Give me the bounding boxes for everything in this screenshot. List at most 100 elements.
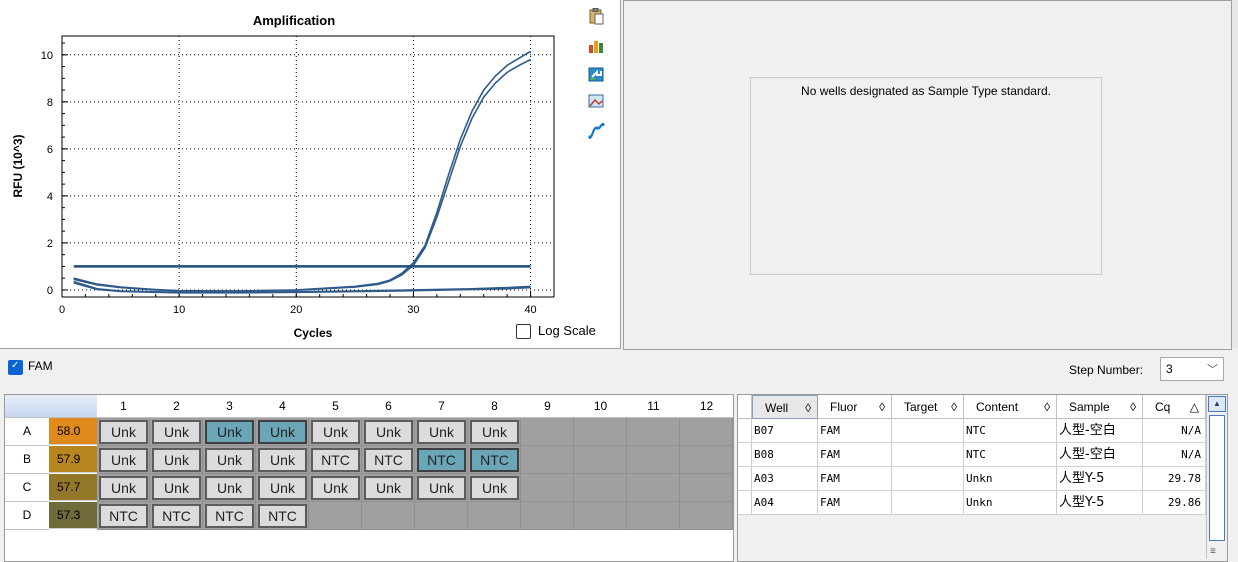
- clipboard-icon[interactable]: [587, 7, 605, 25]
- sort-icon[interactable]: ◊: [951, 395, 957, 419]
- plate-column-header[interactable]: 10: [574, 395, 628, 418]
- cell-sample[interactable]: 人型-空白: [1057, 419, 1143, 443]
- plate-well[interactable]: Unk: [470, 476, 519, 500]
- plate-row-header[interactable]: B: [5, 446, 49, 474]
- row-selector[interactable]: [738, 491, 752, 515]
- cell-fluor[interactable]: FAM: [818, 443, 892, 467]
- plate-cell[interactable]: [362, 502, 415, 530]
- plate-well[interactable]: Unk: [152, 448, 201, 472]
- sort-icon[interactable]: ◊: [879, 395, 885, 419]
- plate-column-header[interactable]: 5: [309, 395, 363, 418]
- plate-well[interactable]: Unk: [258, 476, 307, 500]
- plate-cell[interactable]: [521, 446, 574, 474]
- plate-cell[interactable]: [627, 502, 680, 530]
- plate-well[interactable]: Unk: [99, 448, 148, 472]
- row-selector[interactable]: [738, 443, 752, 467]
- results-scrollbar[interactable]: ▲ ≡: [1206, 395, 1226, 559]
- sort-icon[interactable]: ◊: [1130, 395, 1136, 419]
- chart-settings-icon[interactable]: [587, 37, 605, 55]
- plate-cell[interactable]: [574, 474, 627, 502]
- sort-icon[interactable]: ◊: [805, 396, 811, 420]
- column-header-well[interactable]: Well ◊: [752, 395, 818, 419]
- cell-sample[interactable]: 人型Y-5: [1057, 491, 1143, 515]
- plate-cell[interactable]: [680, 446, 733, 474]
- plate-well[interactable]: Unk: [258, 448, 307, 472]
- plate-well[interactable]: Unk: [364, 420, 413, 444]
- cell-fluor[interactable]: FAM: [818, 419, 892, 443]
- plate-cell[interactable]: [574, 502, 627, 530]
- cell-cq[interactable]: 29.86: [1143, 491, 1206, 515]
- curve-icon[interactable]: [587, 122, 605, 140]
- log-scale-checkbox[interactable]: [516, 324, 531, 339]
- cell-well[interactable]: B07: [752, 419, 818, 443]
- cell-content[interactable]: Unkn: [964, 491, 1057, 515]
- plate-well[interactable]: NTC: [99, 504, 148, 528]
- cell-cq[interactable]: 29.78: [1143, 467, 1206, 491]
- plate-corner[interactable]: [5, 395, 98, 418]
- cell-well[interactable]: A04: [752, 491, 818, 515]
- plate-well[interactable]: Unk: [205, 420, 254, 444]
- plate-column-header[interactable]: 4: [256, 395, 310, 418]
- plate-cell[interactable]: [415, 502, 468, 530]
- plate-row-header[interactable]: D: [5, 502, 49, 530]
- plate-well[interactable]: Unk: [99, 420, 148, 444]
- step-number-select[interactable]: 3 ﹀: [1160, 357, 1224, 381]
- plate-column-header[interactable]: 2: [150, 395, 204, 418]
- cell-fluor[interactable]: FAM: [818, 491, 892, 515]
- plate-cell[interactable]: [627, 474, 680, 502]
- plate-well[interactable]: Unk: [152, 476, 201, 500]
- plate-well[interactable]: NTC: [470, 448, 519, 472]
- cell-target[interactable]: [892, 419, 964, 443]
- fam-checkbox[interactable]: [8, 360, 23, 375]
- plate-well[interactable]: Unk: [364, 476, 413, 500]
- plate-well[interactable]: Unk: [99, 476, 148, 500]
- cell-target[interactable]: [892, 467, 964, 491]
- column-header-cq[interactable]: Cq △: [1143, 395, 1206, 419]
- plate-cell[interactable]: [309, 502, 362, 530]
- plate-cell[interactable]: [680, 502, 733, 530]
- export-icon[interactable]: [587, 65, 605, 83]
- plate-column-header[interactable]: 3: [203, 395, 257, 418]
- plate-cell[interactable]: [574, 446, 627, 474]
- plate-well[interactable]: NTC: [205, 504, 254, 528]
- cell-content[interactable]: NTC: [964, 443, 1057, 467]
- plate-cell[interactable]: [521, 502, 574, 530]
- plate-column-header[interactable]: 9: [521, 395, 575, 418]
- plate-cell[interactable]: [680, 418, 733, 446]
- plate-cell[interactable]: [627, 446, 680, 474]
- plate-well[interactable]: Unk: [311, 476, 360, 500]
- plate-cell[interactable]: [574, 418, 627, 446]
- sort-icon[interactable]: △: [1190, 395, 1199, 419]
- plate-well[interactable]: NTC: [311, 448, 360, 472]
- plate-cell[interactable]: [627, 418, 680, 446]
- scroll-up-icon[interactable]: ▲: [1208, 396, 1226, 412]
- plate-well[interactable]: Unk: [417, 476, 466, 500]
- scroll-thumb[interactable]: [1209, 415, 1225, 541]
- sort-icon[interactable]: ◊: [1044, 395, 1050, 419]
- column-header-content[interactable]: Content ◊: [964, 395, 1057, 419]
- cell-well[interactable]: A03: [752, 467, 818, 491]
- plate-cell[interactable]: [468, 502, 521, 530]
- plate-cell[interactable]: [680, 474, 733, 502]
- plate-well[interactable]: Unk: [258, 420, 307, 444]
- cell-sample[interactable]: 人型-空白: [1057, 443, 1143, 467]
- plate-well[interactable]: Unk: [470, 420, 519, 444]
- plate-column-header[interactable]: 11: [627, 395, 681, 418]
- plate-well[interactable]: NTC: [258, 504, 307, 528]
- column-header-target[interactable]: Target ◊: [892, 395, 964, 419]
- plate-well[interactable]: Unk: [152, 420, 201, 444]
- plate-column-header[interactable]: 8: [468, 395, 522, 418]
- cell-cq[interactable]: N/A: [1143, 419, 1206, 443]
- plate-well[interactable]: Unk: [205, 448, 254, 472]
- plate-column-header[interactable]: 7: [415, 395, 469, 418]
- cell-fluor[interactable]: FAM: [818, 467, 892, 491]
- column-header-fluor[interactable]: Fluor ◊: [818, 395, 892, 419]
- plate-well[interactable]: NTC: [152, 504, 201, 528]
- plate-well[interactable]: Unk: [205, 476, 254, 500]
- cell-target[interactable]: [892, 491, 964, 515]
- plate-column-header[interactable]: 12: [680, 395, 733, 418]
- plate-cell[interactable]: [521, 474, 574, 502]
- plate-column-header[interactable]: 1: [97, 395, 151, 418]
- row-selector[interactable]: [738, 419, 752, 443]
- column-header-sample[interactable]: Sample ◊: [1057, 395, 1143, 419]
